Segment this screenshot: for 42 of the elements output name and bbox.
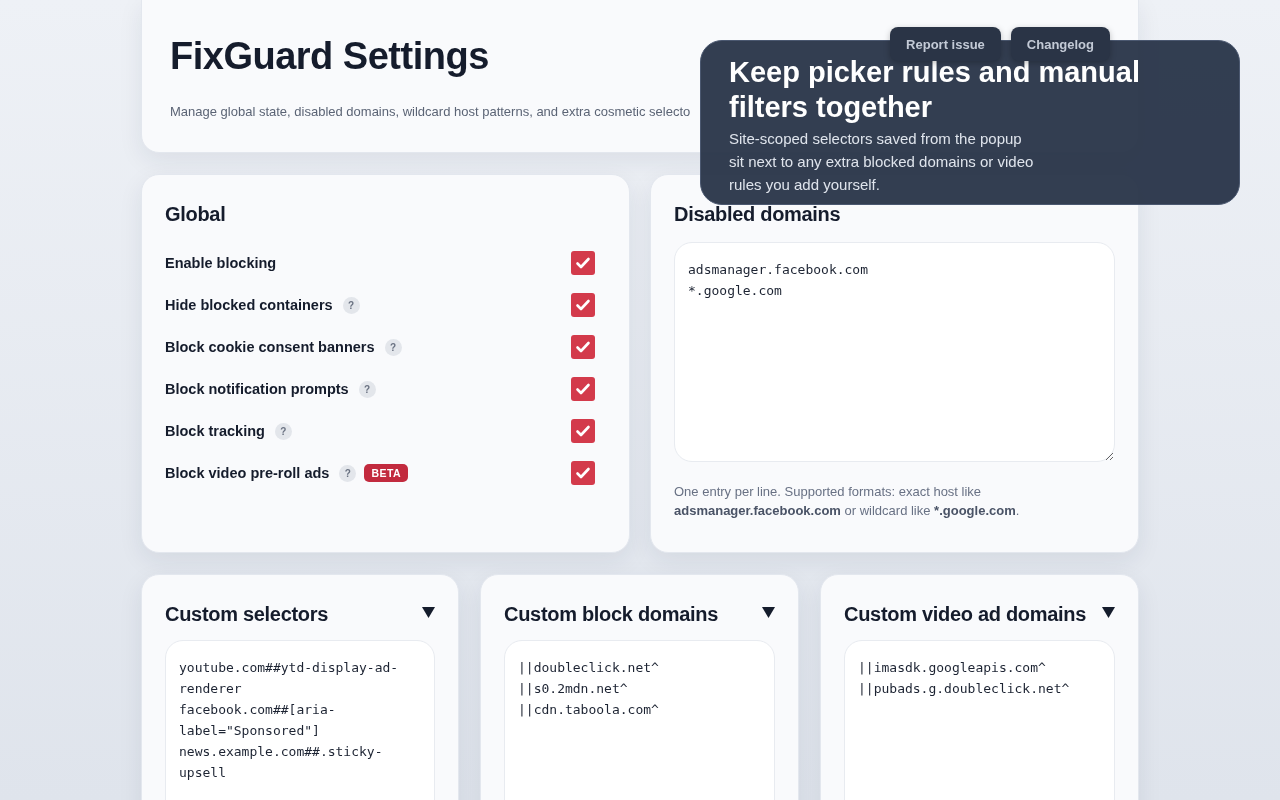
card-title: Disabled domains (674, 203, 842, 226)
checkbox[interactable] (571, 335, 595, 359)
card-title: Global (165, 203, 227, 226)
checkbox[interactable] (571, 377, 595, 401)
check-icon (575, 465, 591, 481)
option-label: Block cookie consent banners (165, 339, 375, 355)
checkbox[interactable] (571, 461, 595, 485)
option-label: Enable blocking (165, 255, 277, 271)
card-title: Custom selectors (165, 603, 329, 626)
help-hint[interactable]: ? (274, 422, 292, 440)
page-subtitle: Manage global state, disabled domains, wildcard host patterns, and extra cosmetic selecto (170, 104, 691, 119)
caret-icon[interactable] (762, 607, 775, 618)
domains-field[interactable]: adsmanager.facebook.com *.google.com (674, 242, 1115, 462)
option-label: Block notification prompts (165, 381, 349, 397)
option-label: Block tracking (165, 423, 265, 439)
caret-icon[interactable] (422, 607, 435, 618)
page-title: FixGuard Settings (170, 35, 490, 78)
card-title: Custom video ad domains (844, 603, 1087, 626)
caret-icon[interactable] (1102, 607, 1115, 618)
help-hint[interactable]: ? (384, 338, 402, 356)
help-hint[interactable]: ? (342, 296, 360, 314)
check-icon (575, 255, 591, 271)
help-hint[interactable]: ? (358, 380, 376, 398)
checkbox[interactable] (571, 293, 595, 317)
rules-field[interactable]: ||doubleclick.net^ ||s0.2mdn.net^ ||cdn.taboola.com^ (504, 640, 775, 800)
tooltip-text: Site-scoped selectors saved from the popup sit next to any extra blocked domains or video rules you add yourself. (729, 129, 1035, 195)
help-hint[interactable]: ? (339, 464, 357, 482)
rules-field[interactable]: youtube.com##ytd-display-ad-renderer facebook.com##[aria-label="Sponsored"] news.example.com##.sticky-upsell (165, 640, 435, 800)
option-label: Block video pre-roll ads (165, 465, 330, 481)
rules-field[interactable]: ||imasdk.googleapis.com^ ||pubads.g.doubleclick.net^ (844, 640, 1115, 800)
checkbox[interactable] (571, 251, 595, 275)
check-icon (575, 339, 591, 355)
check-icon (575, 381, 591, 397)
check-icon (575, 423, 591, 439)
header-button[interactable]: Changelog (1010, 27, 1110, 61)
option-label: Hide blocked containers (165, 297, 333, 313)
check-icon (575, 297, 591, 313)
checkbox[interactable] (571, 419, 595, 443)
beta-tag: BETA (364, 464, 409, 482)
help-text: One entry per line. Supported formats: exact host like adsmanager.facebook.com or wildcard like *.google.com. (674, 483, 1021, 520)
header-button[interactable]: Report issue (890, 27, 1001, 61)
card-title: Custom block domains (504, 603, 719, 626)
